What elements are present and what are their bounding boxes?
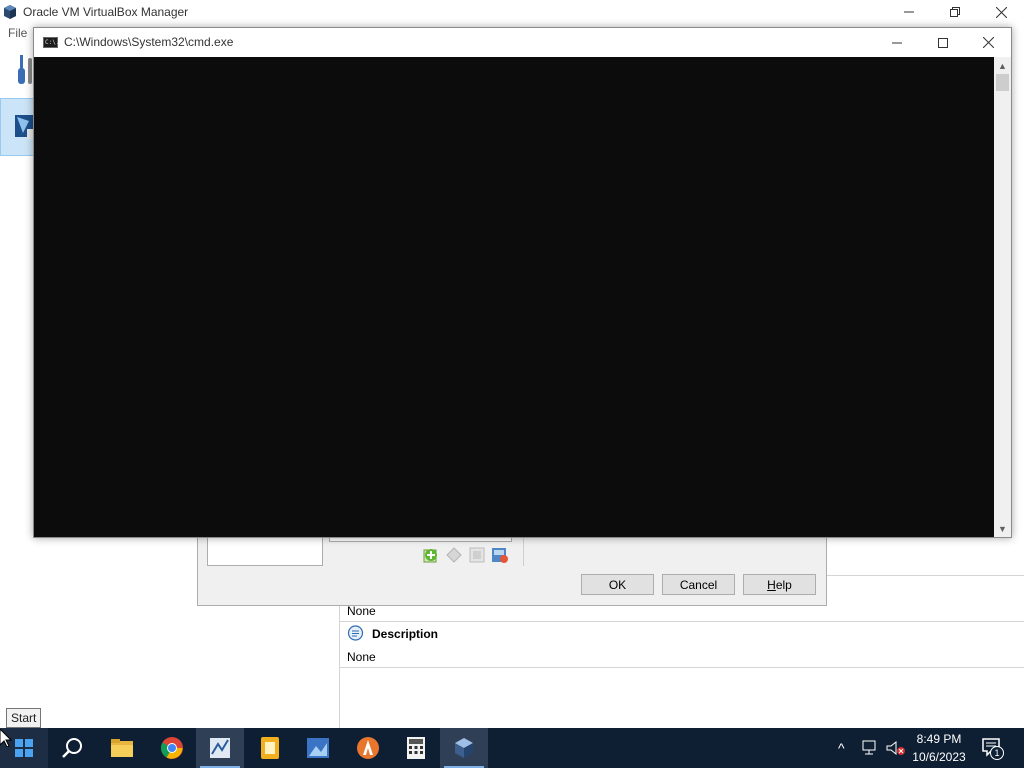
machine-sidebar [0, 42, 37, 728]
notes-icon [261, 737, 279, 759]
close-icon [995, 6, 1007, 18]
taskbar-app2[interactable] [344, 728, 392, 768]
cmd-minimize-button[interactable] [874, 28, 920, 57]
chrome-icon [161, 737, 183, 759]
search-button[interactable] [48, 728, 96, 768]
app-icon [210, 738, 230, 758]
mouse-cursor-icon [0, 729, 12, 747]
vbox-titlebar: Oracle VM VirtualBox Manager [0, 0, 1024, 24]
minimize-icon [904, 11, 914, 13]
console-area[interactable] [34, 57, 994, 537]
taskbar-virtualbox[interactable] [440, 728, 488, 768]
description-value: None [347, 650, 376, 664]
windows-logo-icon [15, 739, 33, 757]
taskbar-notes[interactable] [246, 728, 294, 768]
file-explorer-icon [111, 739, 133, 757]
minimize-button[interactable] [886, 0, 932, 24]
cmd-close-button[interactable] [965, 28, 1011, 57]
calculator-icon [407, 737, 425, 759]
close-icon [982, 37, 994, 48]
scroll-down-arrow-icon[interactable]: ▼ [994, 520, 1011, 537]
remove-icon[interactable] [445, 546, 463, 564]
ok-button[interactable]: OK [581, 574, 654, 595]
help-button[interactable]: Help [743, 574, 816, 595]
description-section-title: Description [372, 627, 439, 641]
clock-date[interactable]: 10/6/2023 [909, 750, 969, 764]
add-icon[interactable] [422, 546, 440, 564]
settings-dialog: OK Cancel Help [197, 535, 827, 606]
cancel-button[interactable]: Cancel [662, 574, 735, 595]
restore-button[interactable] [932, 0, 978, 24]
network-icon[interactable] [862, 740, 880, 756]
app2-icon [357, 737, 379, 759]
virtualbox-logo-icon [4, 5, 16, 19]
virtualbox-icon [455, 738, 473, 758]
taskbar: ^ 8:49 PM 10/6/2023 1 [0, 728, 1024, 768]
vm-list-item[interactable] [0, 98, 37, 156]
detail-value: None [347, 604, 376, 618]
dialog-list[interactable] [207, 535, 323, 566]
detail-separator [340, 667, 1024, 668]
cmd-icon-text: C:\. [45, 39, 60, 46]
taskbar-chrome[interactable] [148, 728, 196, 768]
scrollbar-thumb[interactable] [996, 74, 1009, 91]
scroll-up-arrow-icon[interactable]: ▲ [994, 57, 1011, 74]
help-mnemonic: H [767, 577, 776, 592]
window-title: Oracle VM VirtualBox Manager [23, 5, 189, 19]
description-icon [347, 625, 364, 641]
taskbar-file-explorer[interactable] [98, 728, 146, 768]
console-scrollbar[interactable]: ▲ ▼ [994, 57, 1011, 537]
help-label: elp [775, 577, 792, 592]
start-tooltip: Start [6, 708, 42, 728]
tray-overflow-chevron-icon[interactable]: ^ [838, 740, 845, 756]
cmd-titlebar[interactable]: C:\. C:\Windows\System32\cmd.exe [34, 28, 1011, 57]
cmd-title: C:\Windows\System32\cmd.exe [64, 35, 234, 49]
maximize-icon [938, 37, 948, 48]
menu-file[interactable]: File [8, 26, 27, 40]
search-icon [62, 738, 82, 758]
cmd-window[interactable]: C:\. C:\Windows\System32\cmd.exe ▲ ▼ [33, 27, 1012, 538]
photos-icon [307, 738, 329, 758]
taskbar-photos[interactable] [294, 728, 342, 768]
cmd-icon: C:\. [43, 37, 60, 48]
dialog-separator [523, 535, 524, 566]
notification-count-badge: 1 [990, 746, 1004, 760]
taskbar-calculator[interactable] [392, 728, 440, 768]
properties-icon[interactable] [468, 546, 486, 564]
close-button[interactable] [978, 0, 1024, 24]
settings-icon[interactable] [491, 546, 509, 564]
tools-icon[interactable] [14, 54, 34, 86]
minimize-icon [892, 42, 902, 43]
restore-icon [950, 7, 960, 17]
cmd-maximize-button[interactable] [920, 28, 966, 57]
detail-separator [340, 621, 1024, 622]
clock-time[interactable]: 8:49 PM [913, 732, 965, 746]
taskbar-app[interactable] [196, 728, 244, 768]
volume-muted-icon[interactable] [886, 740, 906, 756]
